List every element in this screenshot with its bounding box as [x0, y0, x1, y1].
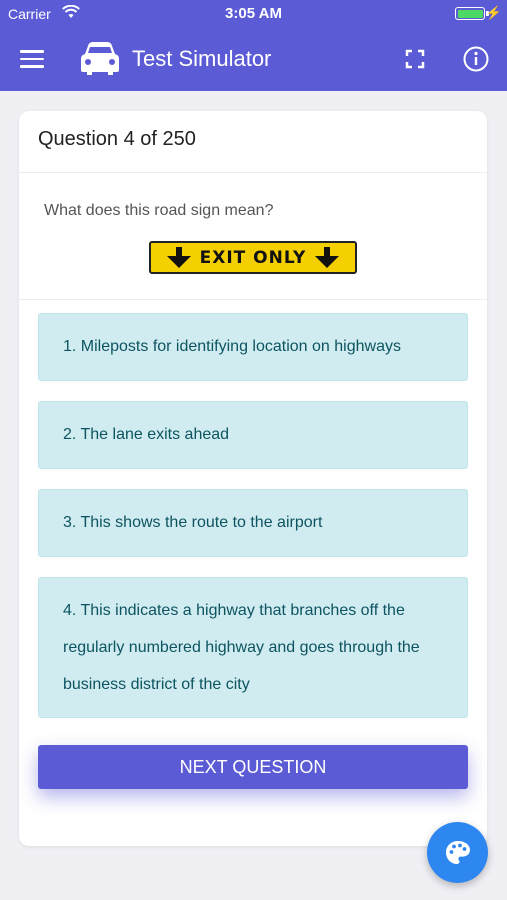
answer-list: 1. Mileposts for identifying location on…	[38, 313, 468, 738]
clock: 3:05 AM	[225, 5, 282, 22]
question-area: What does this road sign mean? EXIT ONLY	[19, 173, 487, 300]
road-sign-image: EXIT ONLY	[149, 241, 357, 274]
info-icon[interactable]	[462, 45, 490, 78]
answer-option-2[interactable]: 2. The lane exits ahead	[38, 401, 468, 469]
answer-option-4[interactable]: 4. This indicates a highway that branche…	[38, 577, 468, 718]
answer-option-1[interactable]: 1. Mileposts for identifying location on…	[38, 313, 468, 381]
next-question-button[interactable]: NEXT QUESTION	[38, 745, 468, 789]
palette-icon	[445, 840, 470, 864]
question-card: Question 4 of 250 What does this road si…	[19, 111, 487, 846]
answer-option-3[interactable]: 3. This shows the route to the airport	[38, 489, 468, 557]
theme-fab-button[interactable]	[427, 822, 488, 883]
nav-bar: Test Simulator	[0, 28, 507, 91]
arrow-down-icon	[166, 246, 191, 268]
question-text: What does this road sign mean?	[44, 202, 274, 219]
sign-text: EXIT ONLY	[199, 247, 307, 268]
charging-icon: ⚡	[485, 5, 502, 20]
car-icon	[80, 40, 120, 81]
app-title: Test Simulator	[132, 46, 272, 71]
battery-icon	[455, 7, 485, 20]
arrow-down-icon	[315, 246, 340, 268]
menu-icon[interactable]	[20, 50, 44, 68]
question-counter: Question 4 of 250	[19, 111, 487, 173]
fullscreen-icon[interactable]	[404, 48, 426, 75]
status-bar: Carrier 3:05 AM ⚡	[0, 0, 507, 28]
